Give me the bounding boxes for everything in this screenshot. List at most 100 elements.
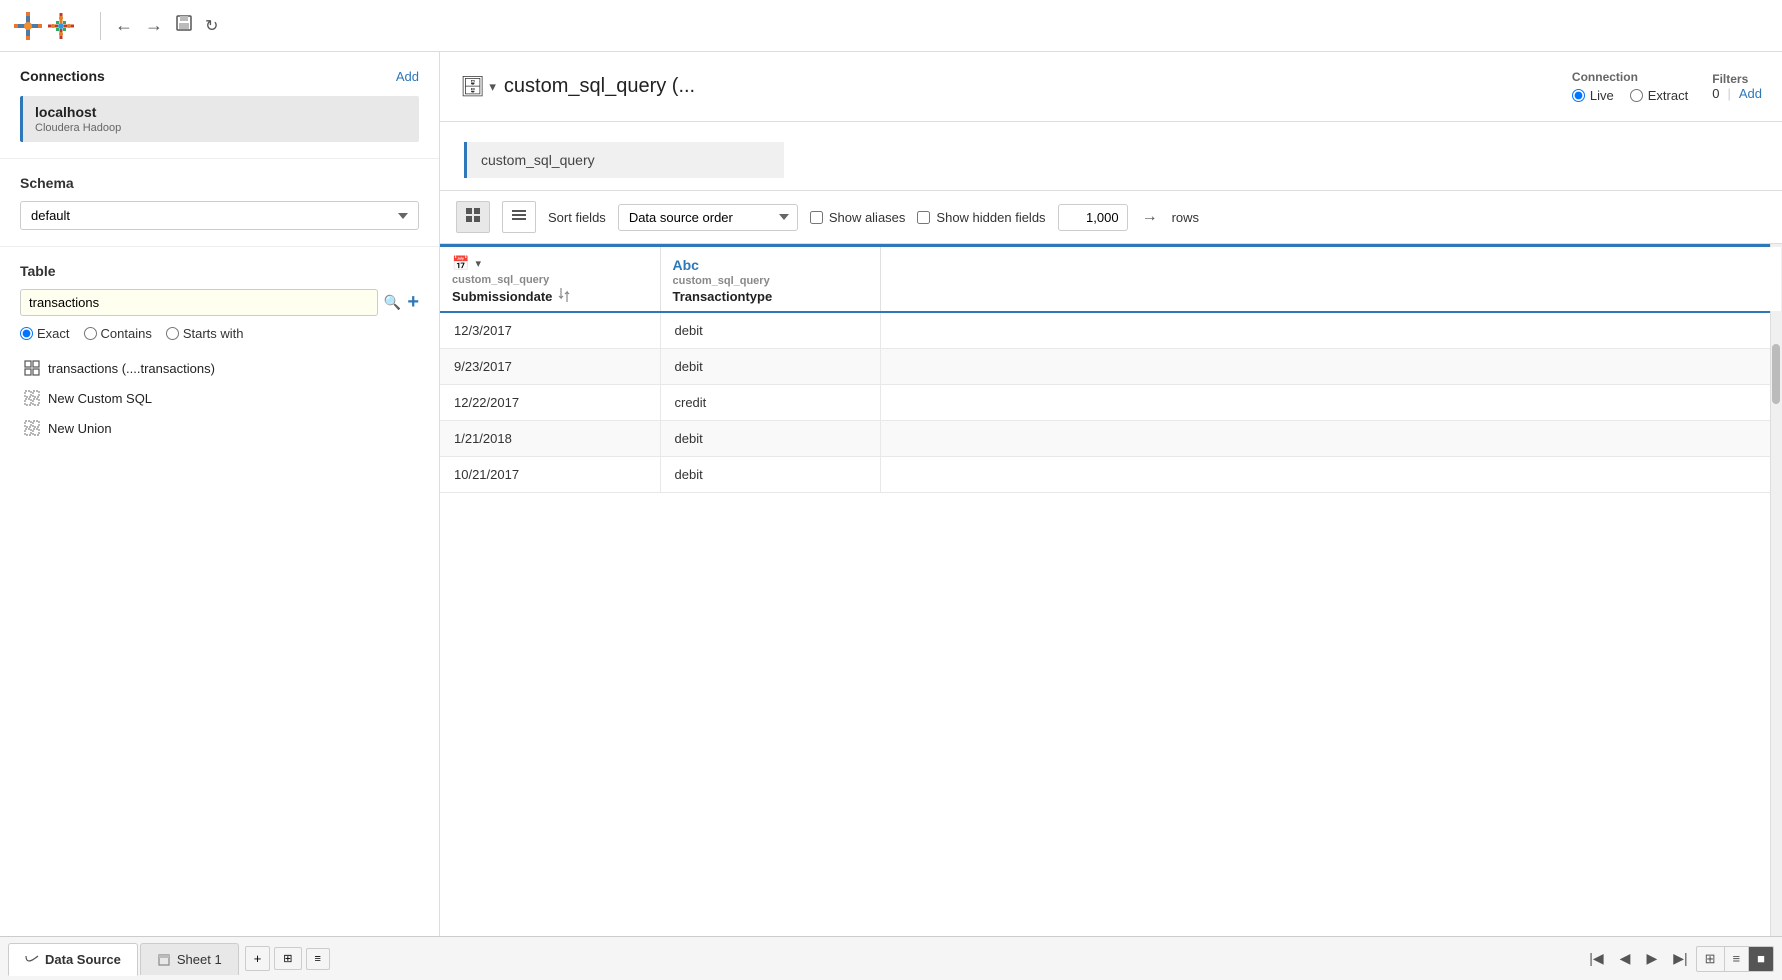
connection-label: Connection xyxy=(1572,70,1688,84)
extract-label: Extract xyxy=(1648,88,1688,103)
add-table-button[interactable]: + xyxy=(407,291,419,314)
filters-add-link[interactable]: Add xyxy=(1739,86,1762,101)
show-aliases-label: Show aliases xyxy=(829,210,906,225)
save-button[interactable] xyxy=(169,10,199,41)
sheet1-tab-icon xyxy=(157,953,171,967)
datasource-db-icon: 🗄 xyxy=(460,74,485,99)
cell-transactiontype: debit xyxy=(660,312,880,349)
starts-with-filter-option[interactable]: Starts with xyxy=(166,326,244,341)
table-search-row: 🔍 + xyxy=(20,289,419,316)
data-source-tab-icon xyxy=(25,952,39,966)
add-story-button[interactable]: ≡ xyxy=(306,948,330,970)
col-name-row-transactiontype: Transactiontype xyxy=(673,289,868,304)
back-button[interactable]: ← xyxy=(109,11,139,40)
tab-sheet1[interactable]: Sheet 1 xyxy=(140,943,239,975)
connection-sub: Cloudera Hadoop xyxy=(35,122,407,134)
sheet1-tab-label: Sheet 1 xyxy=(177,952,222,967)
union-icon xyxy=(24,420,40,436)
rows-arrow: → xyxy=(1142,208,1158,226)
cell-empty xyxy=(880,349,1782,385)
extract-radio[interactable] xyxy=(1630,89,1643,102)
transactions-label: transactions (....transactions) xyxy=(48,361,215,376)
list-item-new-custom-sql[interactable]: New Custom SQL xyxy=(20,383,419,413)
datasource-dropdown-button[interactable]: ▾ xyxy=(489,79,496,95)
save-icon xyxy=(175,14,193,32)
add-connection-link[interactable]: Add xyxy=(396,69,419,84)
custom-sql-icon xyxy=(24,390,40,406)
live-radio[interactable] xyxy=(1572,89,1585,102)
add-dashboard-button[interactable]: ⊞ xyxy=(274,947,301,970)
nav-next-button[interactable]: ▶ xyxy=(1640,946,1663,971)
sort-select[interactable]: Data source order Name ascending Name de… xyxy=(618,204,798,231)
show-aliases-option[interactable]: Show aliases xyxy=(810,210,906,225)
live-option[interactable]: Live xyxy=(1572,88,1614,103)
sql-query-display[interactable]: custom_sql_query xyxy=(464,142,784,178)
table-row: 12/3/2017debit xyxy=(440,312,1782,349)
bottom-compact-view-button[interactable]: ■ xyxy=(1748,947,1773,971)
content-panel: 🗄 ▾ custom_sql_query (... Connection Liv… xyxy=(440,52,1782,936)
contains-radio[interactable] xyxy=(84,327,97,340)
rows-input[interactable]: 1,000 xyxy=(1058,204,1128,231)
rows-label: rows xyxy=(1172,210,1199,225)
grid-view-button[interactable] xyxy=(456,201,490,233)
sql-query-text: custom_sql_query xyxy=(481,152,595,168)
filters-group: Filters 0 | Add xyxy=(1712,72,1762,101)
data-table: 📅 ▾ custom_sql_query Submissiondate xyxy=(440,244,1782,493)
nav-last-button[interactable]: ▶| xyxy=(1667,946,1693,971)
exact-radio[interactable] xyxy=(20,327,33,340)
col-type-row-abc: Abc xyxy=(673,257,868,273)
exact-filter-option[interactable]: Exact xyxy=(20,326,70,341)
nav-first-button[interactable]: |◀ xyxy=(1583,946,1609,971)
main-area: Connections Add localhost Cloudera Hadoo… xyxy=(0,52,1782,936)
col-name-submissiondate: Submissiondate xyxy=(452,289,552,304)
connection-item-localhost[interactable]: localhost Cloudera Hadoop xyxy=(20,96,419,142)
extract-option[interactable]: Extract xyxy=(1630,88,1688,103)
cell-empty xyxy=(880,421,1782,457)
col-header-submissiondate: 📅 ▾ custom_sql_query Submissiondate xyxy=(440,246,660,313)
connection-group: Connection Live Extract xyxy=(1572,70,1688,103)
starts-with-radio[interactable] xyxy=(166,327,179,340)
list-item-new-union[interactable]: New Union xyxy=(20,413,419,443)
col-header-transactiontype-inner: Abc custom_sql_query Transactiontype xyxy=(661,249,880,310)
schema-select[interactable]: default public information_schema xyxy=(20,201,419,230)
col-sort-submissiondate[interactable] xyxy=(558,288,570,305)
list-view-button[interactable] xyxy=(502,201,536,233)
connection-options: Live Extract xyxy=(1572,88,1688,103)
filter-row: Exact Contains Starts with xyxy=(20,326,419,341)
exact-label: Exact xyxy=(37,326,70,341)
col-type-dropdown-date[interactable]: ▾ xyxy=(475,257,481,270)
tab-data-source[interactable]: Data Source xyxy=(8,943,138,976)
bottom-grid-view-button[interactable]: ⊞ xyxy=(1697,947,1724,971)
sidebar: Connections Add localhost Cloudera Hadoo… xyxy=(0,52,440,936)
tableau-logo xyxy=(12,10,44,42)
bottom-view-buttons: ⊞ ≡ ■ xyxy=(1696,946,1774,972)
show-hidden-checkbox[interactable] xyxy=(917,211,930,224)
add-sheet-button[interactable]: + xyxy=(245,946,271,971)
col-name-transactiontype: Transactiontype xyxy=(673,289,773,304)
bottom-list-view-button[interactable]: ≡ xyxy=(1724,947,1749,971)
filters-separator: | xyxy=(1727,86,1730,101)
new-custom-sql-label: New Custom SQL xyxy=(48,391,152,406)
show-hidden-option[interactable]: Show hidden fields xyxy=(917,210,1045,225)
bottom-nav-buttons: |◀ ◀ ▶ ▶| xyxy=(1583,946,1693,971)
nav-prev-button[interactable]: ◀ xyxy=(1614,946,1637,971)
filters-row: 0 | Add xyxy=(1712,86,1762,101)
starts-with-label: Starts with xyxy=(183,326,244,341)
show-aliases-checkbox[interactable] xyxy=(810,211,823,224)
list-view-icon xyxy=(511,207,527,223)
scrollbar-thumb[interactable] xyxy=(1772,344,1780,404)
grid-view-icon xyxy=(465,207,481,223)
calendar-icon: 📅 xyxy=(452,255,469,272)
forward-button[interactable]: → xyxy=(139,11,169,40)
scrollbar-track[interactable] xyxy=(1770,244,1782,936)
content-header: 🗄 ▾ custom_sql_query (... Connection Liv… xyxy=(440,52,1782,122)
tableau-logo xyxy=(44,9,78,43)
list-item-transactions[interactable]: transactions (....transactions) xyxy=(20,353,419,383)
contains-filter-option[interactable]: Contains xyxy=(84,326,152,341)
table-search-input[interactable] xyxy=(20,289,378,316)
cell-empty xyxy=(880,457,1782,493)
connections-section: Connections Add localhost Cloudera Hadoo… xyxy=(0,52,439,159)
refresh-button[interactable]: ↻ xyxy=(199,12,224,40)
table-row: 12/22/2017credit xyxy=(440,385,1782,421)
cell-submissiondate: 12/3/2017 xyxy=(440,312,660,349)
